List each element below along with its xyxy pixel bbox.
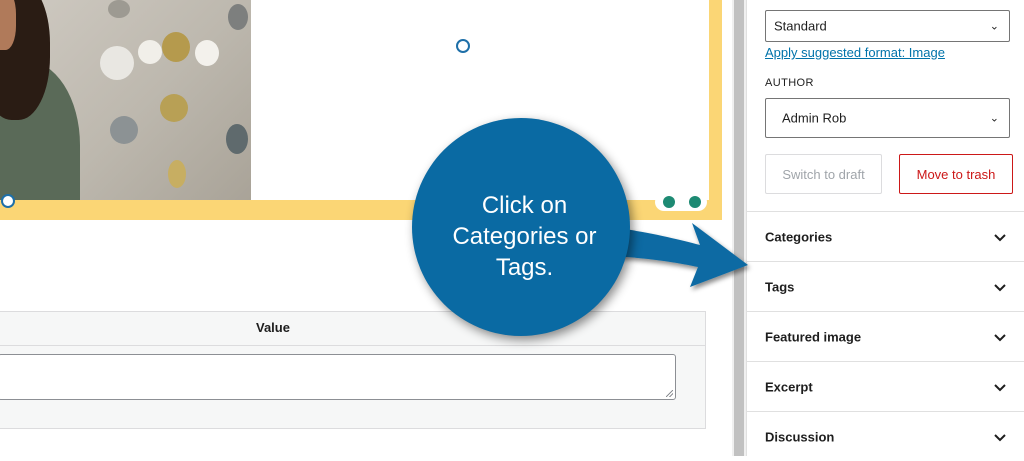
photo-decoration [226,124,248,154]
panel-featured-image[interactable]: Featured image [747,311,1024,361]
resize-handle[interactable] [456,39,470,53]
chevron-down-icon [994,233,1006,241]
value-textarea[interactable] [0,354,676,400]
panel-categories[interactable]: Categories [747,211,1024,261]
photo-decoration [168,160,186,188]
photo-decoration [110,116,138,144]
apply-suggested-format-link[interactable]: Apply suggested format: Image [765,45,945,60]
chevron-down-icon: ⌄ [989,112,999,125]
photo-image[interactable] [0,0,251,200]
chevron-down-icon [994,433,1006,441]
author-value: Admin Rob [782,110,847,126]
value-column-header: Value [256,320,290,335]
chevron-down-icon [994,333,1006,341]
panel-label: Excerpt [765,379,813,394]
author-label: AUTHOR [765,77,814,89]
photo-decoration [100,46,134,80]
panel-label: Categories [765,229,833,244]
photo-decoration [162,32,190,62]
photo-decoration [108,0,130,18]
switch-to-draft-button[interactable]: Switch to draft [765,154,882,194]
photo-decoration [228,4,248,30]
resize-handle[interactable] [1,194,15,208]
panel-excerpt[interactable]: Excerpt [747,361,1024,411]
photo-decoration [195,40,219,66]
move-to-trash-button[interactable]: Move to trash [899,154,1013,194]
panel-tags[interactable]: Tags [747,261,1024,311]
resize-grip-icon[interactable] [666,390,673,397]
chevron-down-icon: ⌄ [989,20,999,33]
chevron-down-icon [994,383,1006,391]
post-format-value: Standard [774,18,827,34]
chevron-down-icon [994,283,1006,291]
callout-line: Tags. [495,254,554,281]
callout-text: Click on Categories or Tags. [412,190,637,283]
photo-decoration [138,40,162,64]
panel-discussion[interactable]: Discussion [747,411,1024,461]
panel-label: Tags [765,279,795,294]
callout-line: Click on [481,192,568,219]
callout-line: Categories or [452,223,597,250]
custom-fields-table: Value [0,311,706,429]
panel-label: Discussion [765,429,835,444]
post-format-select[interactable]: Standard ⌄ [765,10,1010,42]
custom-fields-header: Value [0,312,705,346]
panel-label: Featured image [765,329,862,344]
author-select[interactable]: Admin Rob ⌄ [765,98,1010,138]
settings-sidebar: Standard ⌄ Apply suggested format: Image… [746,0,1024,456]
photo-decoration [160,94,188,122]
